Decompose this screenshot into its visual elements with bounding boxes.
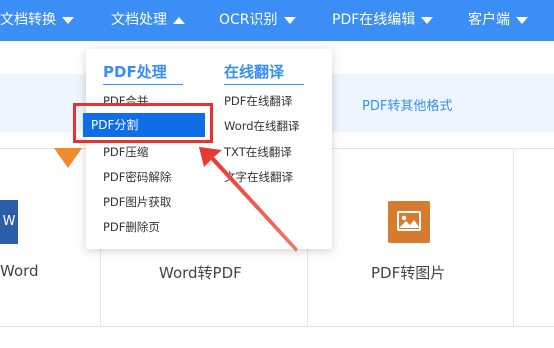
annotation-arrow-icon	[199, 147, 298, 252]
